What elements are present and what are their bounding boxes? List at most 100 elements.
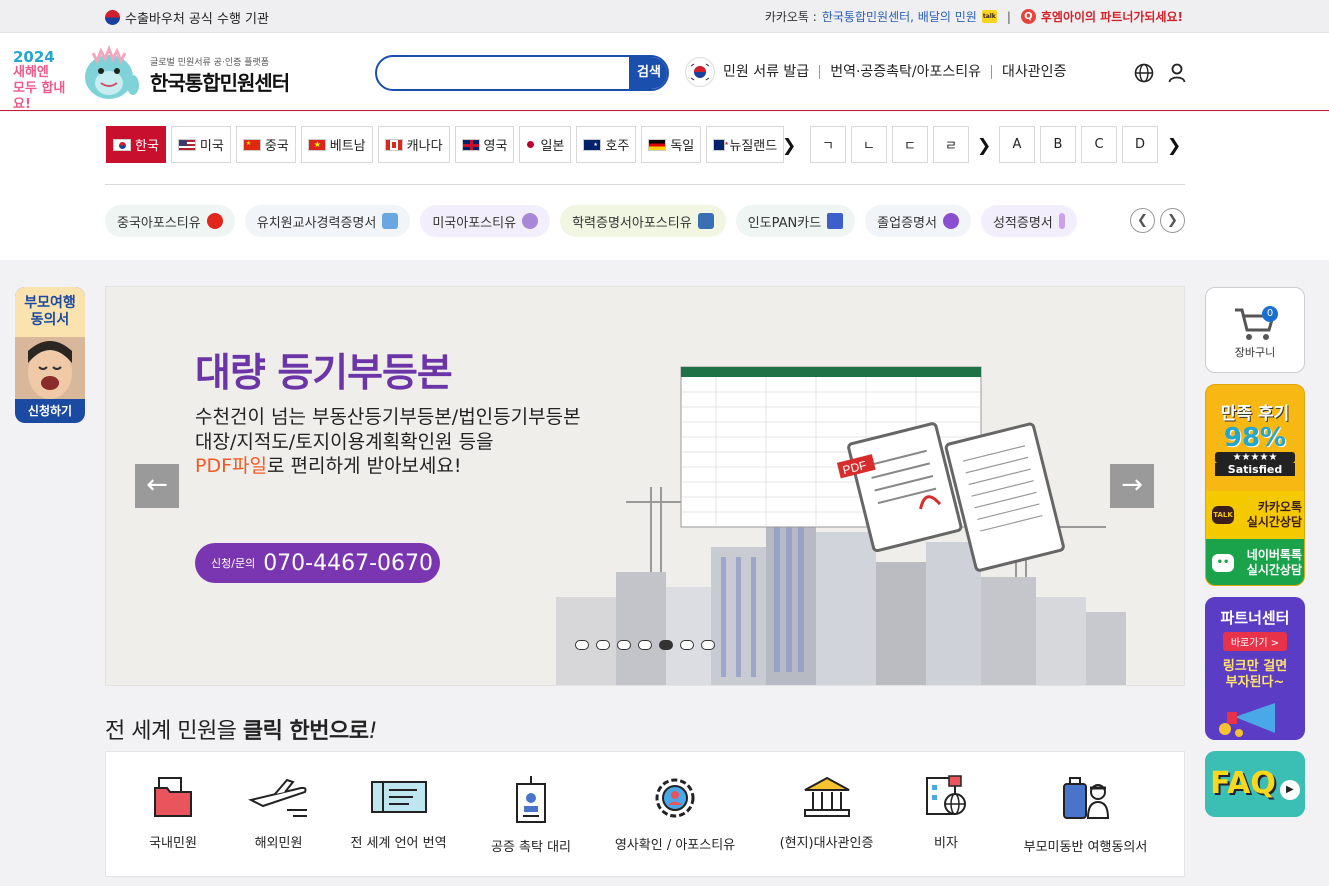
nation-tab-australia[interactable]: ★ 호주 (576, 126, 637, 163)
tag-item[interactable]: 인도PAN카드 (735, 205, 856, 237)
naver-consult-text: 네이버톡톡 실시간상담 (1240, 548, 1302, 578)
become-partner-link[interactable]: 후엠아이의 파트너가되세요! (1041, 8, 1183, 25)
korea-flag-icon[interactable] (685, 57, 715, 87)
tags-prev-button[interactable]: ❮ (1130, 208, 1155, 233)
latin-next-chevron-icon[interactable]: ❯ (1167, 136, 1181, 156)
index-letter[interactable]: ㄷ (892, 126, 928, 163)
faq-label: FAQ (1210, 766, 1276, 801)
service-domestic[interactable]: 국내민원 (146, 774, 200, 851)
search-input[interactable] (387, 57, 627, 89)
nation-tab-germany[interactable]: 독일 (641, 126, 702, 163)
user-icon[interactable] (1168, 63, 1186, 83)
service-travel-consent[interactable]: 부모미동반 여행동의서 (1018, 774, 1153, 855)
service-translation[interactable]: 전 세계 언어 번역 (346, 774, 451, 851)
tag-item[interactable]: 중국아포스티유 (105, 205, 235, 237)
visa-document-icon (926, 775, 966, 815)
tags-next-button[interactable]: ❯ (1160, 208, 1185, 233)
service-embassy[interactable]: (현지)대사관인증 (774, 774, 879, 851)
airplane-icon (247, 778, 307, 817)
index-letter[interactable]: A (999, 126, 1035, 163)
site-logo[interactable]: 한국통합민원센터 (150, 67, 290, 96)
kakao-prefix: 카카오톡 : (764, 10, 817, 24)
tag-item[interactable]: 성적증명서 (980, 205, 1077, 237)
partner-line2: 부자된다~ (1225, 675, 1285, 690)
nav-document-issuance[interactable]: 민원 서류 발급 (723, 65, 819, 79)
tag-item[interactable]: 유치원교사경력증명서 (244, 205, 411, 237)
kakao-consult-button[interactable]: TALK 카카오톡 실시간상담 (1206, 491, 1304, 539)
banner-title: 대량 등기부등본 (195, 351, 453, 396)
search-box: 검색 (375, 55, 669, 91)
naver-consult-button[interactable]: •• 네이버톡톡 실시간상담 (1206, 539, 1304, 585)
pagination-dot[interactable] (575, 640, 589, 650)
nation-label: 독일 (670, 139, 695, 154)
faq-button[interactable]: FAQ ▶ (1205, 751, 1305, 817)
pagination-dot[interactable] (659, 640, 673, 650)
hangul-next-chevron-icon[interactable]: ❯ (977, 136, 991, 156)
partner-icon: Q (1020, 9, 1036, 24)
services-heading-bold: 클릭 한번으로 (242, 719, 369, 744)
banner-next-button[interactable]: → (1110, 464, 1154, 508)
banner-line3-rest: 로 편리하게 받아보세요! (266, 455, 462, 477)
flag-au-icon: ★ (583, 138, 602, 151)
partner-center-banner[interactable]: 파트너센터 바로가기 > 링크만 걸면 부자된다~ (1205, 597, 1305, 740)
flag-jp-icon (526, 138, 537, 151)
nation-tab-newzealand[interactable]: ★ 뉴질랜드 (706, 126, 785, 163)
city-document-illustration: PDF (556, 366, 1126, 685)
graduation-cap-icon (942, 213, 959, 229)
pagination-dot[interactable] (617, 640, 631, 650)
nav-translation-apostille[interactable]: 번역·공증촉탁/아포스티유 (819, 65, 991, 79)
barcode-icon (827, 213, 844, 229)
tag-item[interactable]: 졸업증명서 (865, 205, 971, 237)
parent-consent-banner[interactable]: 부모여행 동의서 신청하기 (15, 287, 85, 423)
index-letter[interactable]: B (1040, 126, 1076, 163)
nation-tab-china[interactable]: ★ 중국 (235, 126, 296, 163)
service-notary[interactable]: 공증 촉탁 대리 (486, 774, 576, 855)
nation-label: 뉴질랜드 (729, 139, 778, 154)
nation-label: 미국 (199, 139, 224, 154)
banner-phone-button[interactable]: 신청/문의 070-4467-0670 (195, 543, 440, 583)
nav-embassy-certification[interactable]: 대사관인증 (991, 65, 1076, 79)
cart-count-badge: 0 (1262, 306, 1278, 322)
service-apostille[interactable]: 영사확인 / 아포스티유 (611, 774, 739, 853)
nation-tab-korea[interactable]: 한국 (106, 126, 166, 163)
pagination-dot[interactable] (701, 640, 715, 650)
nation-tab-usa[interactable]: 미국 (170, 126, 231, 163)
banner-prev-button[interactable]: ← (135, 464, 179, 508)
tag-item[interactable]: 미국아포스티유 (420, 205, 551, 237)
nation-tab-uk[interactable]: 영국 (454, 126, 515, 163)
banner-line2: 대장/지적도/토지이용계획확인원 등을 (195, 431, 494, 453)
pagination-dot[interactable] (680, 640, 694, 650)
globe-icon[interactable] (1134, 63, 1154, 83)
review-panel[interactable]: 만족 후기 98% ★★★★★ Satisfied TALK 카카오톡 실시간상… (1205, 384, 1305, 586)
report-icon (1058, 213, 1065, 229)
service-visa[interactable]: 비자 (921, 774, 971, 851)
partner-go-button[interactable]: 바로가기 > (1222, 632, 1288, 651)
index-letter[interactable]: ㄹ (933, 126, 969, 163)
pagination-dot[interactable] (596, 640, 610, 650)
service-overseas[interactable]: 해외민원 (241, 774, 316, 851)
nation-tabs: 한국 미국 ★ 중국 ★ 베트남 캐나다 영국 일본 ★ 호주 독일 ★ 뉴질랜… (106, 126, 785, 163)
tag-item[interactable]: 학력증명서아포스티유 (560, 205, 726, 237)
service-label: 비자 (934, 836, 958, 851)
nation-tab-vietnam[interactable]: ★ 베트남 (300, 126, 373, 163)
naver-line2: 실시간상담 (1246, 563, 1302, 577)
cart-button[interactable]: 0 장바구니 (1205, 287, 1305, 373)
index-letter[interactable]: ㄴ (851, 126, 887, 163)
gear-person-icon (655, 778, 695, 818)
pagination-dot[interactable] (638, 640, 652, 650)
index-letter[interactable]: D (1122, 126, 1158, 163)
review-satisfied: Satisfied (1215, 463, 1295, 476)
nation-label: 중국 (264, 139, 289, 154)
service-label: (현지)대사관인증 (779, 836, 874, 851)
luggage-traveler-icon (1062, 777, 1109, 819)
nation-tab-canada[interactable]: 캐나다 (377, 126, 450, 163)
parent-consent-apply-button[interactable]: 신청하기 (15, 399, 85, 423)
id-card-icon (382, 213, 399, 229)
index-letter[interactable]: ㄱ (810, 126, 846, 163)
search-button[interactable]: 검색 (629, 57, 667, 89)
nation-next-chevron-icon[interactable]: ❯ (782, 136, 796, 156)
index-letter[interactable]: C (1081, 126, 1117, 163)
kakao-channel-link[interactable]: 한국통합민원센터, 배달의 민원 (822, 8, 977, 25)
nation-label: 영국 (483, 139, 508, 154)
nation-tab-japan[interactable]: 일본 (519, 126, 572, 163)
